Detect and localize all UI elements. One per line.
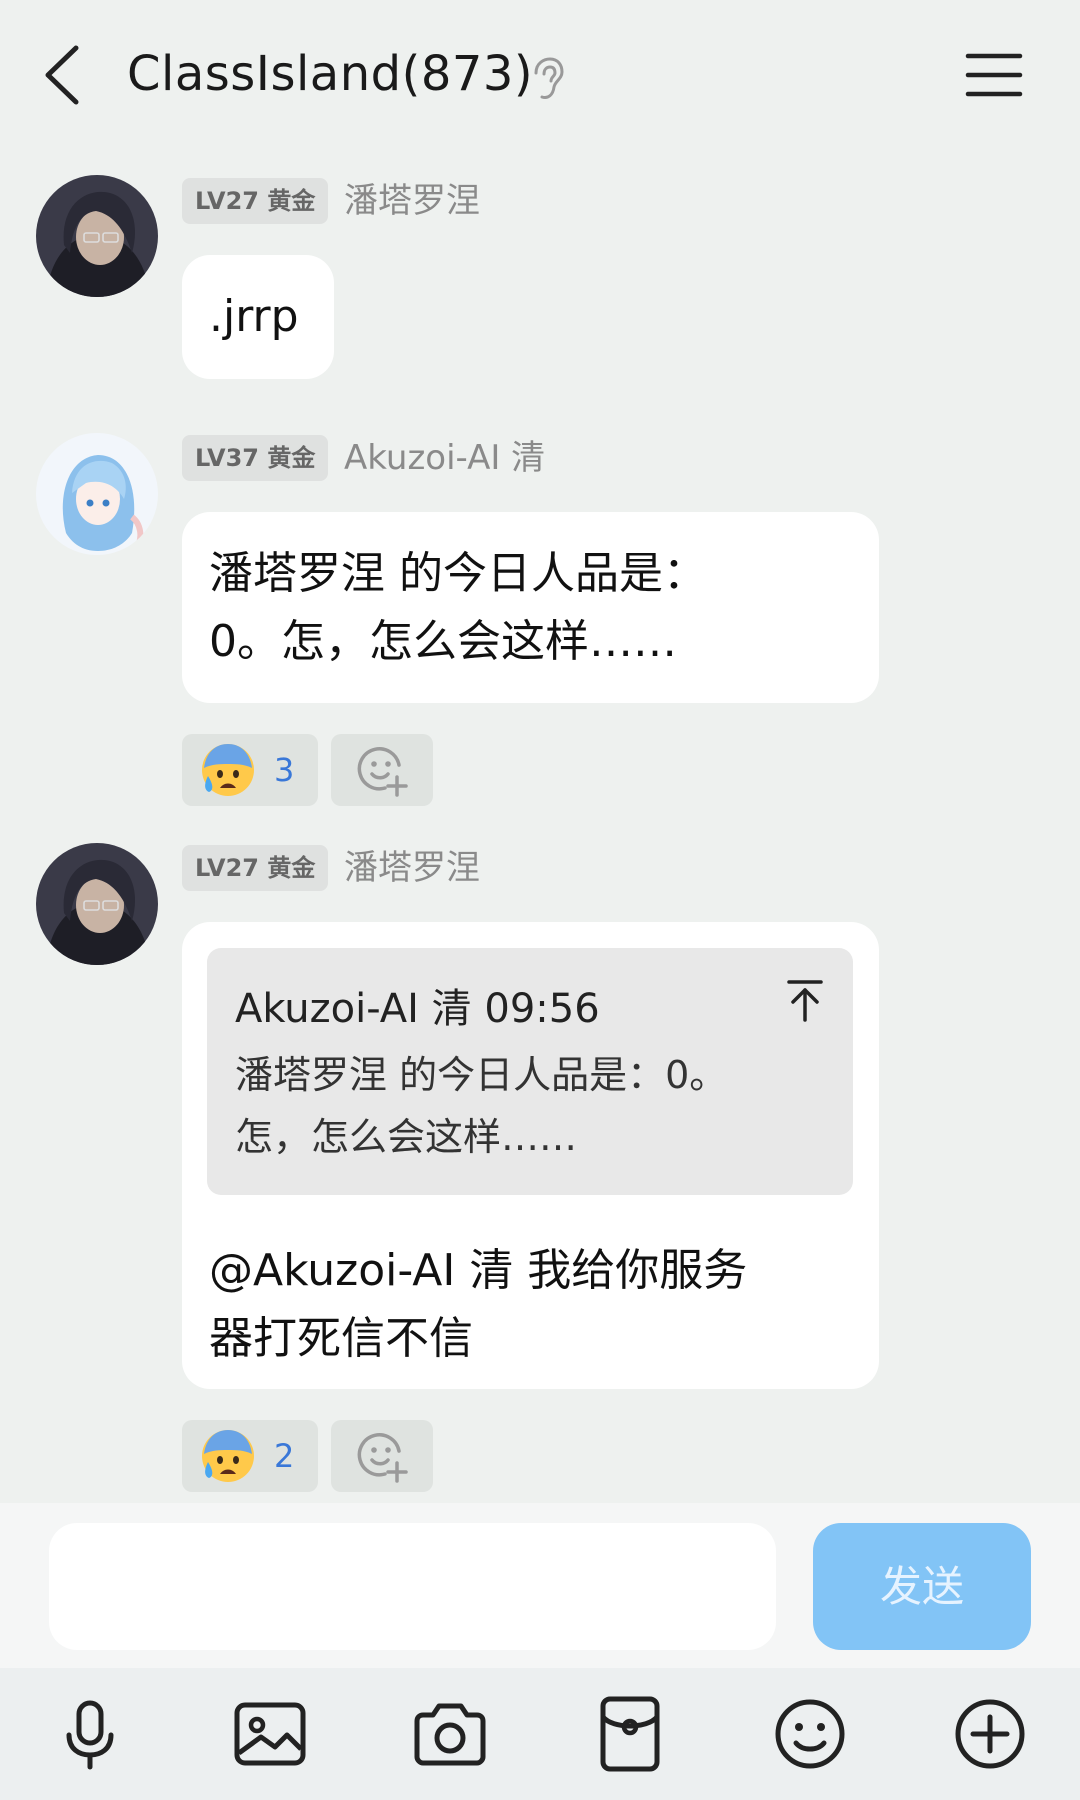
anxious-sweat-emoji-icon <box>202 1430 254 1482</box>
message-text: @Akuzoi-AI 清 我给你服务 器打死信不信 <box>209 1237 869 1373</box>
avatar-image <box>36 843 158 965</box>
add-emoji-icon <box>357 747 408 797</box>
add-reaction-button[interactable] <box>331 1420 433 1492</box>
bottom-toolbar <box>0 1668 1080 1800</box>
send-button[interactable]: 发送 <box>813 1523 1031 1650</box>
composer-bar: 发送 <box>0 1503 1080 1668</box>
quoted-text-line: 潘塔罗涅 的今日人品是：0。 <box>235 1053 728 1097</box>
message-text: .jrrp <box>209 291 299 342</box>
anxious-sweat-emoji-icon <box>202 744 254 796</box>
group-title[interactable]: ClassIsland(873) <box>127 46 533 102</box>
level-badge: LV37 黄金 <box>182 435 329 481</box>
message-bubble[interactable]: .jrrp <box>182 255 334 379</box>
back-arrow-icon[interactable] <box>36 40 90 110</box>
red-packet-icon[interactable] <box>589 1693 671 1775</box>
quoted-text: 潘塔罗涅 的今日人品是：0。 怎，怎么会这样…… <box>235 1044 795 1168</box>
sender-name[interactable]: 潘塔罗涅 <box>344 178 480 224</box>
chat-header: ClassIsland(873) <box>0 0 1080 150</box>
quoted-message[interactable]: Akuzoi-AI 清 09:56 潘塔罗涅 的今日人品是：0。 怎，怎么会这样… <box>207 948 853 1195</box>
message-text-line: @Akuzoi-AI 清 我给你服务 <box>209 1245 748 1296</box>
message-text-line: 0。怎，怎么会这样…… <box>209 616 677 667</box>
avatar[interactable] <box>36 843 158 965</box>
jump-to-message-icon[interactable] <box>785 978 825 1024</box>
avatar[interactable] <box>36 433 158 555</box>
plus-icon[interactable] <box>949 1693 1031 1775</box>
add-reaction-button[interactable] <box>331 734 433 806</box>
add-emoji-icon <box>357 1433 408 1483</box>
avatar[interactable] <box>36 175 158 297</box>
reaction-chip[interactable]: 2 <box>182 1420 318 1492</box>
camera-icon[interactable] <box>409 1693 491 1775</box>
quoted-text-line: 怎，怎么会这样…… <box>235 1115 578 1159</box>
ear-icon[interactable] <box>530 57 566 101</box>
level-badge: LV27 黄金 <box>182 178 329 224</box>
level-badge: LV27 黄金 <box>182 845 329 891</box>
avatar-image <box>36 433 158 555</box>
message-text-line: 潘塔罗涅 的今日人品是： <box>209 548 707 599</box>
sender-name[interactable]: 潘塔罗涅 <box>344 845 480 891</box>
message-input[interactable] <box>49 1523 776 1650</box>
message-bubble[interactable]: 潘塔罗涅 的今日人品是： 0。怎，怎么会这样…… <box>182 512 879 703</box>
avatar-image <box>36 175 158 297</box>
microphone-icon[interactable] <box>49 1693 131 1775</box>
image-icon[interactable] <box>229 1693 311 1775</box>
quoted-header: Akuzoi-AI 清 09:56 <box>235 986 600 1032</box>
sender-name[interactable]: Akuzoi-AI 清 <box>344 435 545 481</box>
reaction-chip[interactable]: 3 <box>182 734 318 806</box>
menu-icon[interactable] <box>965 50 1023 100</box>
reaction-count: 3 <box>274 751 295 789</box>
emoji-icon[interactable] <box>769 1693 851 1775</box>
reaction-count: 2 <box>274 1437 295 1475</box>
message-text-line: 器打死信不信 <box>209 1313 473 1364</box>
